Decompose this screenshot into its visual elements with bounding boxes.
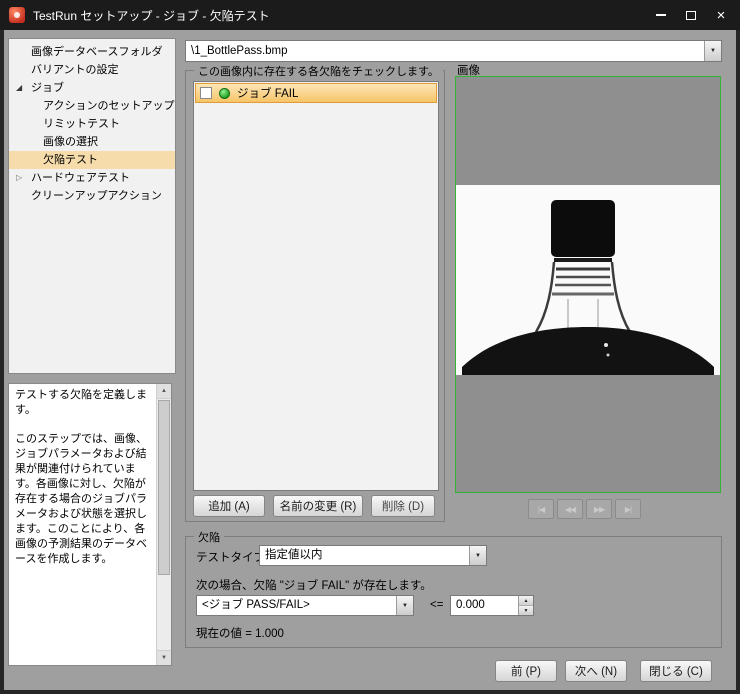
defect-checkbox[interactable] xyxy=(200,87,212,99)
defect-checklist-group-label: この画像内に存在する各欠陥をチェックします。 xyxy=(194,63,443,79)
tree-collapsed-icon[interactable]: ▷ xyxy=(16,169,22,187)
image-display xyxy=(455,76,721,493)
dropdown-arrow-icon[interactable]: ▼ xyxy=(396,596,413,615)
sidebar-item-defect-test[interactable]: 欠陥テスト xyxy=(9,151,175,169)
titlebar: TestRun セットアップ - ジョブ - 欠陥テスト × xyxy=(0,0,740,30)
description-paragraph: このステップでは、画像、ジョブパラメータおよび結果が関連付けられています。各画像… xyxy=(15,432,153,567)
nav-previous-icon: ◀◀ xyxy=(565,505,575,514)
condition-text: 次の場合、欠陥 "ジョブ FAIL" が存在します。 xyxy=(196,577,432,593)
minimize-button[interactable] xyxy=(646,0,676,30)
defect-settings-group-label: 欠陥 xyxy=(194,529,224,545)
nav-first-button[interactable]: |◀ xyxy=(528,499,554,519)
scroll-up-icon[interactable]: ▲ xyxy=(157,384,171,399)
dropdown-arrow-icon[interactable]: ▼ xyxy=(469,546,486,565)
close-dialog-button[interactable]: 閉じる (C) xyxy=(640,660,712,682)
scrollbar-thumb[interactable] xyxy=(158,400,170,575)
parameter-value: <ジョブ PASS/FAIL> xyxy=(202,596,393,615)
rename-button[interactable]: 名前の変更 (R) xyxy=(273,495,363,517)
defect-item-label: ジョブ FAIL xyxy=(237,85,298,101)
defect-checklist[interactable]: ジョブ FAIL xyxy=(193,81,439,491)
image-file-value: \1_BottlePass.bmp xyxy=(191,41,701,62)
sidebar-item-action-setup[interactable]: アクションのセットアップ xyxy=(9,97,175,115)
sidebar-item-cleanup-action[interactable]: クリーンアップアクション xyxy=(9,187,175,205)
sidebar-item-label: 画像データベースフォルダ xyxy=(31,46,162,58)
threshold-spinner[interactable]: 0.000 ▲ ▼ xyxy=(450,595,534,616)
description-paragraph: テストする欠陥を定義します。 xyxy=(15,388,153,418)
sidebar-item-variant-settings[interactable]: バリアントの設定 xyxy=(9,61,175,79)
dialog-window: TestRun セットアップ - ジョブ - 欠陥テスト × 画像データベースフ… xyxy=(0,0,740,694)
parameter-dropdown[interactable]: <ジョブ PASS/FAIL> ▼ xyxy=(196,595,414,616)
sidebar-item-label: 欠陥テスト xyxy=(43,154,98,166)
sidebar-item-label: 画像の選択 xyxy=(43,136,98,148)
current-value-text: 現在の値 = 1.000 xyxy=(196,625,284,641)
scroll-down-icon[interactable]: ▼ xyxy=(157,650,171,665)
dialog-content: 画像データベースフォルダ バリアントの設定 ◢ ジョブ アクションのセットアップ… xyxy=(4,30,736,690)
nav-next-icon: ▶▶ xyxy=(594,505,604,514)
tree-expanded-icon[interactable]: ◢ xyxy=(16,79,22,97)
sidebar-item-image-selection[interactable]: 画像の選択 xyxy=(9,133,175,151)
nav-previous-button[interactable]: ◀◀ xyxy=(557,499,583,519)
test-type-dropdown[interactable]: 指定値以内 ▼ xyxy=(259,545,487,566)
close-icon: × xyxy=(717,8,726,23)
step-description-panel: テストする欠陥を定義します。 このステップでは、画像、ジョブパラメータおよび結果… xyxy=(8,383,172,666)
defect-settings-group: 欠陥 テストタイプ: 指定値以内 ▼ 次の場合、欠陥 "ジョブ FAIL" が存… xyxy=(185,536,722,648)
sidebar-item-limit-test[interactable]: リミットテスト xyxy=(9,115,175,133)
sidebar-item-hardware-test[interactable]: ▷ ハードウェアテスト xyxy=(9,169,175,187)
delete-button[interactable]: 削除 (D) xyxy=(371,495,435,517)
app-icon xyxy=(9,7,25,23)
spinner-arrows: ▲ ▼ xyxy=(518,596,533,615)
close-button[interactable]: × xyxy=(706,0,736,30)
spin-up-icon[interactable]: ▲ xyxy=(519,596,533,606)
threshold-value: 0.000 xyxy=(456,596,517,615)
setup-step-tree: 画像データベースフォルダ バリアントの設定 ◢ ジョブ アクションのセットアップ… xyxy=(8,38,176,374)
nav-last-button[interactable]: ▶| xyxy=(615,499,641,519)
sidebar-item-job[interactable]: ◢ ジョブ xyxy=(9,79,175,97)
bottle-image xyxy=(456,77,720,492)
operator-label: <= xyxy=(430,599,443,611)
window-title: TestRun セットアップ - ジョブ - 欠陥テスト xyxy=(33,7,270,24)
sidebar-item-image-database-folder[interactable]: 画像データベースフォルダ xyxy=(9,43,175,61)
image-file-dropdown[interactable]: \1_BottlePass.bmp ▼ xyxy=(185,40,722,62)
test-type-label: テストタイプ: xyxy=(196,549,268,565)
spin-down-icon[interactable]: ▼ xyxy=(519,606,533,615)
sidebar-item-label: バリアントの設定 xyxy=(31,64,119,76)
dropdown-arrow-icon[interactable]: ▼ xyxy=(704,41,721,61)
description-scrollbar[interactable]: ▲ ▼ xyxy=(156,384,171,665)
add-button[interactable]: 追加 (A) xyxy=(193,495,265,517)
defect-item-job-fail[interactable]: ジョブ FAIL xyxy=(195,83,437,103)
sidebar-item-label: ジョブ xyxy=(31,82,64,94)
next-button[interactable]: 次へ (N) xyxy=(565,660,627,682)
defect-checklist-group: この画像内に存在する各欠陥をチェックします。 ジョブ FAIL 追加 (A) 名… xyxy=(185,70,445,522)
test-type-value: 指定値以内 xyxy=(265,546,466,565)
sidebar-item-label: ハードウェアテスト xyxy=(31,172,130,184)
maximize-button[interactable] xyxy=(676,0,706,30)
status-led-icon xyxy=(219,88,230,99)
sidebar-item-label: アクションのセットアップ xyxy=(43,100,174,112)
nav-next-button[interactable]: ▶▶ xyxy=(586,499,612,519)
sidebar-item-label: リミットテスト xyxy=(43,118,120,130)
back-button[interactable]: 前 (P) xyxy=(495,660,557,682)
nav-first-icon: |◀ xyxy=(538,505,544,514)
maximize-icon xyxy=(686,11,696,20)
minimize-icon xyxy=(656,14,666,16)
sidebar-item-label: クリーンアップアクション xyxy=(31,190,162,202)
step-description-text: テストする欠陥を定義します。 このステップでは、画像、ジョブパラメータおよび結果… xyxy=(9,384,156,665)
window-controls: × xyxy=(646,0,736,30)
nav-last-icon: ▶| xyxy=(625,505,631,514)
